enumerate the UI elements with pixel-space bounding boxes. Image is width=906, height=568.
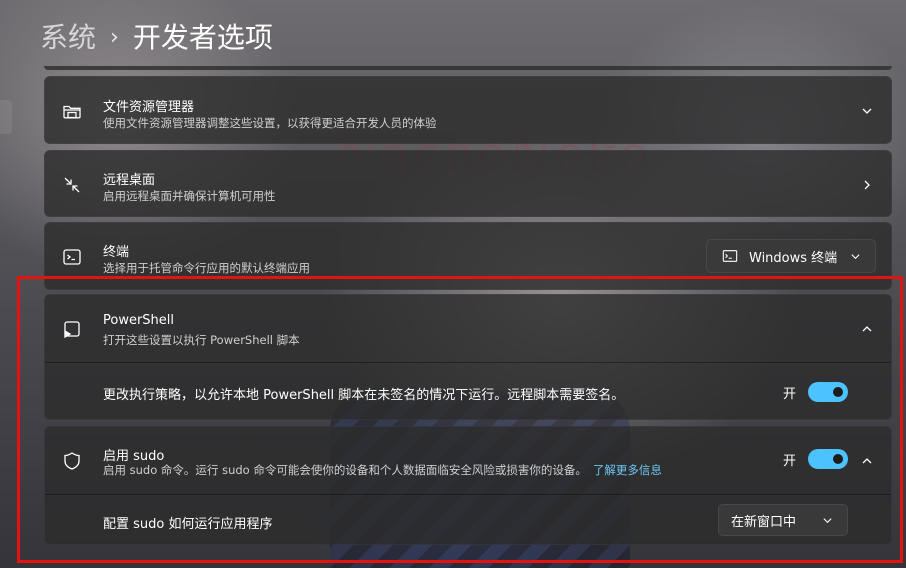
remote-desktop-description: 启用远程桌面并确保计算机可用性 (103, 189, 276, 203)
powershell-policy-label: 更改执行策略，以允许本地 PowerShell 脚本在未签名的情况下运行。远程脚… (103, 388, 625, 403)
file-explorer-title: 文件资源管理器 (103, 100, 195, 115)
powershell-policy-row: 更改执行策略，以允许本地 PowerShell 脚本在未签名的情况下运行。远程脚… (45, 363, 891, 421)
powershell-toggle[interactable] (808, 382, 849, 402)
remote-desktop-card[interactable]: 远程桌面 启用远程桌面并确保计算机可用性 (44, 150, 892, 217)
terminal-card: 终端 选择用于托管命令行应用的默认终端应用 Windows 终端 (44, 222, 892, 290)
sudo-card: 启用 sudo 启用 sudo 命令。运行 sudo 命令可能会使你的设备和个人… (44, 426, 892, 545)
terminal-description: 选择用于托管命令行应用的默认终端应用 (103, 261, 310, 275)
sudo-toggle-group[interactable]: 开 (783, 449, 849, 469)
nav-pane-edge (0, 100, 12, 134)
file-explorer-description: 使用文件资源管理器调整这些设置，以获得更适合开发人员的体验 (103, 116, 437, 130)
terminal-title: 终端 (103, 245, 130, 260)
remote-desktop-icon (61, 174, 83, 196)
sudo-config-row: 配置 sudo 如何运行应用程序 在新窗口中 (45, 495, 891, 546)
powershell-description: 打开这些设置以执行 PowerShell 脚本 (103, 333, 300, 347)
toggle-knob (833, 387, 844, 397)
powershell-icon (61, 318, 83, 340)
sudo-description: 启用 sudo 命令。运行 sudo 命令可能会使你的设备和个人数据面临安全风险… (103, 463, 587, 477)
shield-icon (61, 450, 83, 472)
page-title: 开发者选项 (132, 21, 273, 54)
chevron-down-icon (821, 514, 833, 526)
terminal-dropdown[interactable]: Windows 终端 (706, 239, 876, 273)
chevron-up-icon[interactable] (859, 321, 875, 337)
breadcrumb: 系统 › 开发者选项 (40, 18, 273, 58)
toggle-knob (833, 454, 844, 464)
learn-more-link[interactable]: 了解更多信息 (593, 463, 662, 477)
sudo-header[interactable]: 启用 sudo 启用 sudo 命令。运行 sudo 命令可能会使你的设备和个人… (45, 427, 891, 494)
sudo-description-line: 启用 sudo 命令。运行 sudo 命令可能会使你的设备和个人数据面临安全风险… (103, 462, 662, 478)
powershell-toggle-group[interactable]: 开 (783, 382, 849, 402)
powershell-card: PowerShell 打开这些设置以执行 PowerShell 脚本 更改执行策… (44, 294, 892, 420)
sudo-config-label: 配置 sudo 如何运行应用程序 (103, 517, 273, 532)
powershell-title: PowerShell (103, 313, 175, 328)
powershell-header[interactable]: PowerShell 打开这些设置以执行 PowerShell 脚本 (45, 295, 891, 362)
sudo-toggle[interactable] (808, 449, 849, 469)
toggle-state-label: 开 (783, 386, 797, 402)
remote-desktop-title: 远程桌面 (103, 173, 156, 188)
breadcrumb-parent[interactable]: 系统 (40, 18, 96, 58)
toggle-state-label: 开 (783, 453, 797, 469)
terminal-app-icon (721, 247, 739, 265)
chevron-right-icon[interactable] (859, 177, 875, 193)
sudo-mode-dropdown[interactable]: 在新窗口中 (718, 504, 848, 536)
previous-card-edge (44, 66, 892, 70)
chevron-up-icon[interactable] (859, 453, 875, 469)
breadcrumb-separator: › (110, 25, 119, 50)
chevron-down-icon[interactable] (859, 103, 875, 119)
file-explorer-card[interactable]: 文件资源管理器 使用文件资源管理器调整这些设置，以获得更适合开发人员的体验 (44, 76, 892, 144)
terminal-icon (61, 246, 83, 268)
terminal-dropdown-value: Windows 终端 (749, 250, 838, 266)
chevron-down-icon (849, 250, 861, 262)
settings-page: 系统 › 开发者选项 文件资源管理器 使用文件资源管理器调整这些设置，以获得更适… (0, 0, 906, 568)
sudo-mode-value: 在新窗口中 (731, 514, 797, 530)
folder-icon (61, 100, 83, 122)
